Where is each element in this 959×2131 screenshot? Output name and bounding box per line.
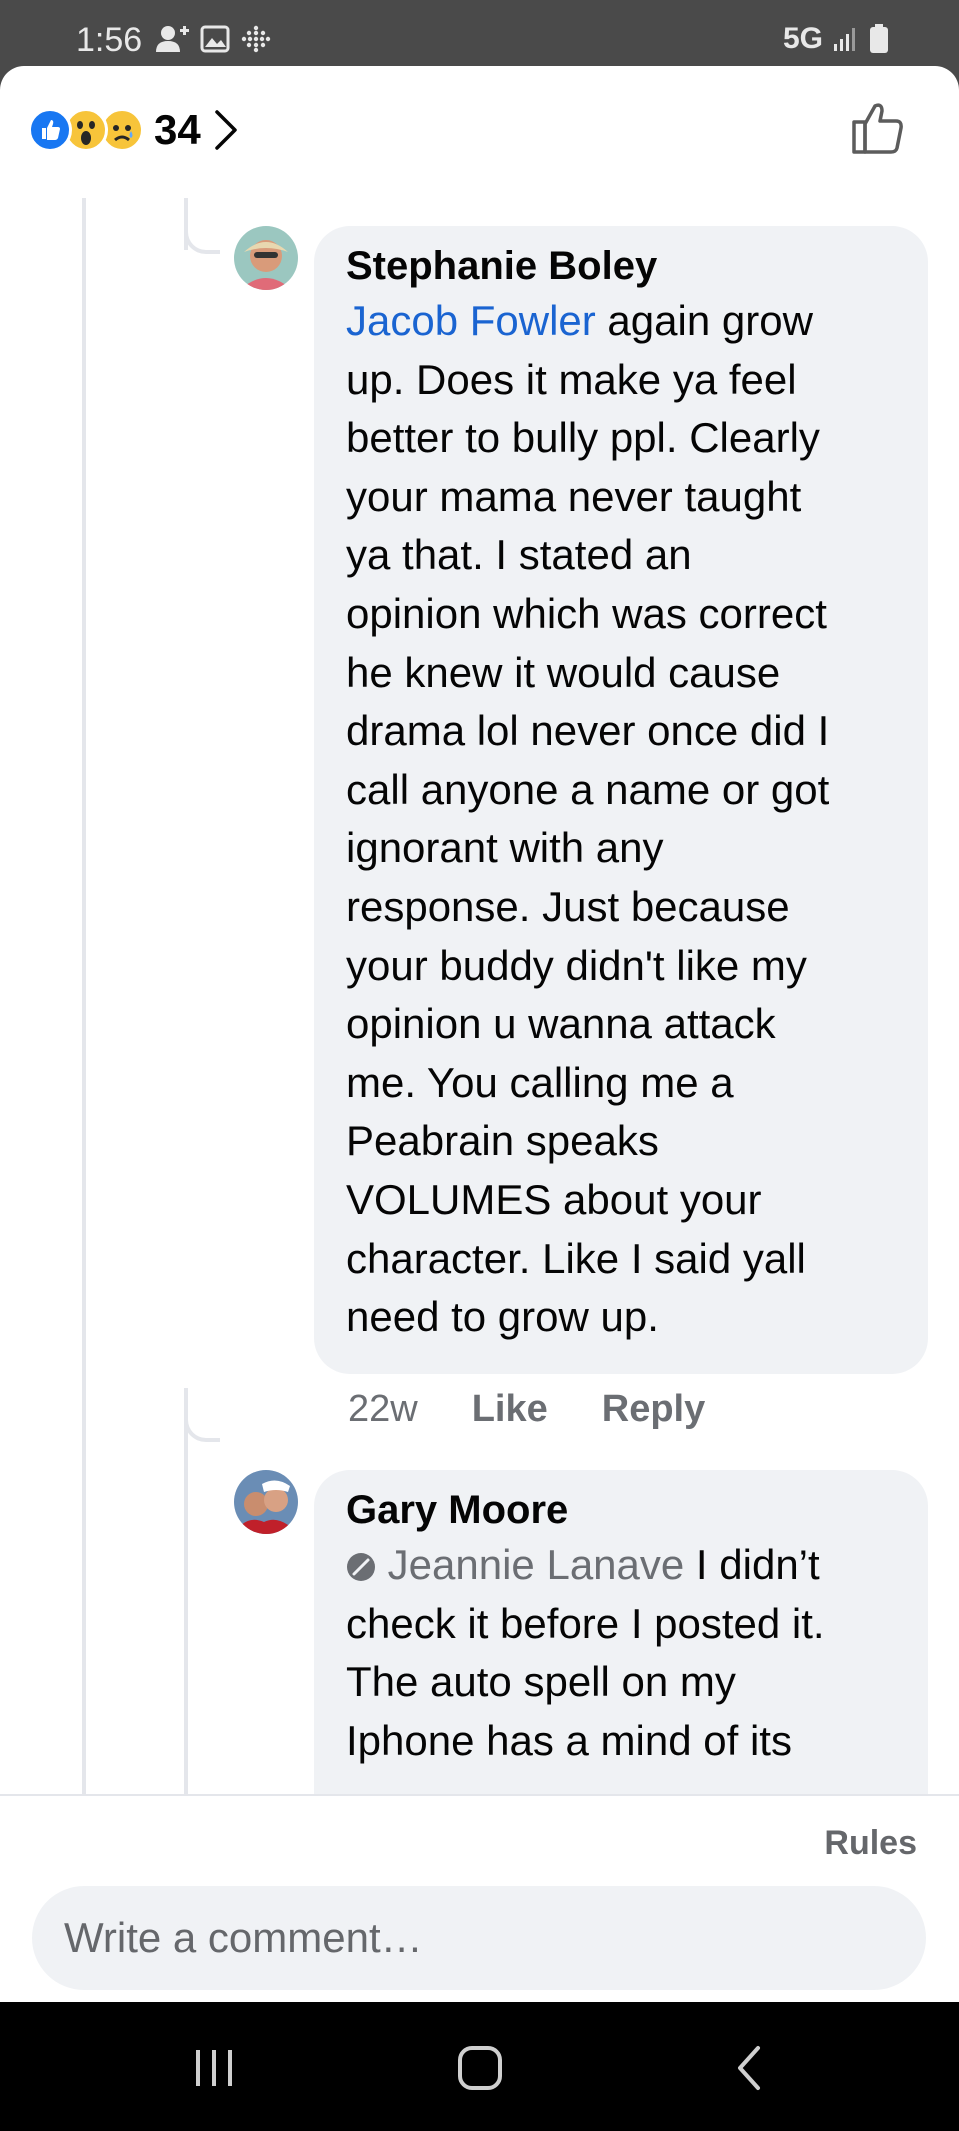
comment-time[interactable]: 22w <box>348 1388 418 1431</box>
comment-mention[interactable]: Jeannie Lanave <box>388 1541 685 1588</box>
avatar[interactable] <box>234 226 298 290</box>
comment-line: Iphone has a mind of its <box>346 1716 792 1764</box>
status-notification-icons <box>154 24 272 54</box>
thread-line-inner <box>184 1388 188 1794</box>
reply-connector <box>184 1388 220 1442</box>
add-person-icon <box>156 26 189 52</box>
comment-line: he knew it would cause <box>346 648 781 696</box>
comment-line: drama lol never once did I <box>346 707 830 755</box>
dots-grid-icon <box>241 25 271 53</box>
avatar[interactable] <box>234 1470 298 1534</box>
comment-line: better to bully ppl. Clearly <box>346 414 820 462</box>
comment-line: opinion u wanna attack <box>346 1000 776 1048</box>
like-button[interactable]: Like <box>472 1388 548 1431</box>
battery-icon <box>870 24 888 53</box>
like-icon[interactable] <box>849 98 907 156</box>
comments-sheet: 34 Stephanie Boley Jacob Fowler again gr… <box>0 66 959 2002</box>
comment-bubble[interactable]: Gary Moore Jeannie Lanave I didn’t check… <box>314 1470 928 1794</box>
comment-line: need to grow up. <box>346 1293 659 1341</box>
reply-connector <box>184 198 220 254</box>
comment-actions: 22w Like Reply <box>348 1388 759 1431</box>
comment-bubble[interactable]: Stephanie Boley Jacob Fowler again grow … <box>314 226 928 1374</box>
comment-line: character. Like I said yall <box>346 1234 806 1282</box>
comment-line: check it before I posted it. <box>346 1599 825 1647</box>
comment-line: again grow <box>595 297 813 344</box>
reactions-summary[interactable]: 34 <box>28 106 239 154</box>
sheet-header: 34 <box>0 66 959 198</box>
thread-line-outer <box>82 198 86 1794</box>
screen: 1:56 5G 34 Stephanie Boley Jacob Fowler … <box>0 0 959 2131</box>
status-time: 1:56 <box>76 21 143 59</box>
status-right: 5G <box>783 22 889 56</box>
rules-link[interactable]: Rules <box>824 1824 917 1863</box>
comment-line: The auto spell on my <box>346 1658 736 1706</box>
deactivated-user-icon <box>347 1553 375 1581</box>
comment-line: response. Just because <box>346 882 790 930</box>
comment-input[interactable] <box>32 1886 926 1990</box>
comment-line: opinion which was correct <box>346 589 827 637</box>
comment-author[interactable]: Gary Moore <box>346 1484 896 1536</box>
comment-line: your mama never taught <box>346 472 802 520</box>
comment-body: Jacob Fowler again grow up. Does it make… <box>346 292 896 1347</box>
comment-composer: Rules <box>0 1794 959 2002</box>
chevron-right-icon <box>214 110 237 150</box>
navigation-bar <box>0 2002 959 2131</box>
comment-line: your buddy didn't like my <box>346 941 807 989</box>
home-icon[interactable] <box>450 2038 510 2098</box>
comment-mention[interactable]: Jacob Fowler <box>346 297 596 344</box>
comment-line: up. Does it make ya feel <box>346 355 797 403</box>
comment-line: I didn’t <box>684 1541 820 1588</box>
comment-author[interactable]: Stephanie Boley <box>346 240 896 292</box>
comment-body: Jeannie Lanave I didn’t check it before … <box>346 1536 896 1770</box>
comment-line: me. You calling me a <box>346 1058 734 1106</box>
comment-thread[interactable]: Stephanie Boley Jacob Fowler again grow … <box>0 198 959 1794</box>
comment-line: VOLUMES about your <box>346 1175 762 1223</box>
gallery-icon <box>200 25 230 53</box>
comment-line: ignorant with any <box>346 824 664 872</box>
back-icon[interactable] <box>720 2038 780 2098</box>
comment-line: Peabrain speaks <box>346 1117 659 1165</box>
reaction-count: 34 <box>154 106 201 153</box>
status-bar: 1:56 5G <box>0 0 959 66</box>
like-reaction-icon <box>28 108 72 152</box>
comment-line: ya that. I stated an <box>346 531 692 579</box>
reply-button[interactable]: Reply <box>602 1388 705 1431</box>
recent-apps-icon[interactable] <box>184 2038 244 2098</box>
comment-line: call anyone a name or got <box>346 765 830 813</box>
signal-icon <box>834 28 855 51</box>
network-type: 5G <box>782 22 823 55</box>
